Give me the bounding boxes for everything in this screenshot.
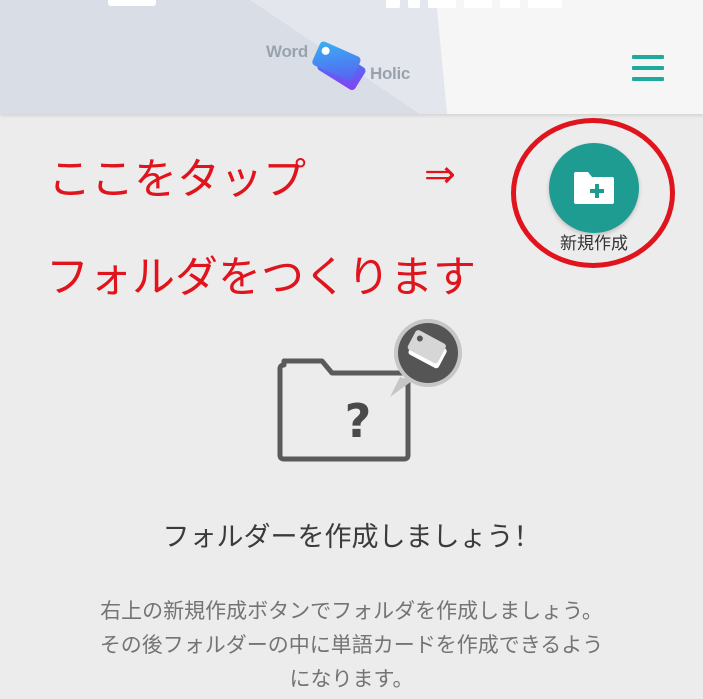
app-logo: Word Holic [262,28,432,98]
annotation-arrow: ⇒ [424,152,456,196]
svg-text:?: ? [345,394,372,448]
empty-state-description-line: その後フォルダーの中に単語カードを作成できるよう [99,633,604,657]
new-folder-fab[interactable] [549,143,639,233]
annotation-tap-here: ここをタップ [48,155,306,205]
logo-word-text: Word [266,42,308,61]
empty-state-description-line: 右上の新規作成ボタンでフォルダを作成しましょう。 [100,599,603,623]
empty-state-title: フォルダーを作成しましょう！ [162,522,541,553]
new-folder-button[interactable]: 新規作成 [549,143,639,255]
logo-holic-text: Holic [370,64,411,83]
empty-state-description-line: になります。 [289,667,414,691]
tag-cards-logo-icon [312,41,366,91]
status-time [108,0,156,6]
new-folder-label: 新規作成 [560,234,628,254]
empty-state-description: 右上の新規作成ボタンでフォルダを作成しましょう。 その後フォルダーの中に単語カー… [0,594,703,696]
hamburger-menu-icon[interactable] [624,48,672,88]
annotation-create-folder: フォルダをつくります [46,253,476,303]
app-header: Word Holic [0,0,703,114]
folder-plus-icon [574,172,614,204]
status-bar [0,0,703,14]
folder-question-icon: ? [277,319,462,462]
status-icons [386,0,562,8]
